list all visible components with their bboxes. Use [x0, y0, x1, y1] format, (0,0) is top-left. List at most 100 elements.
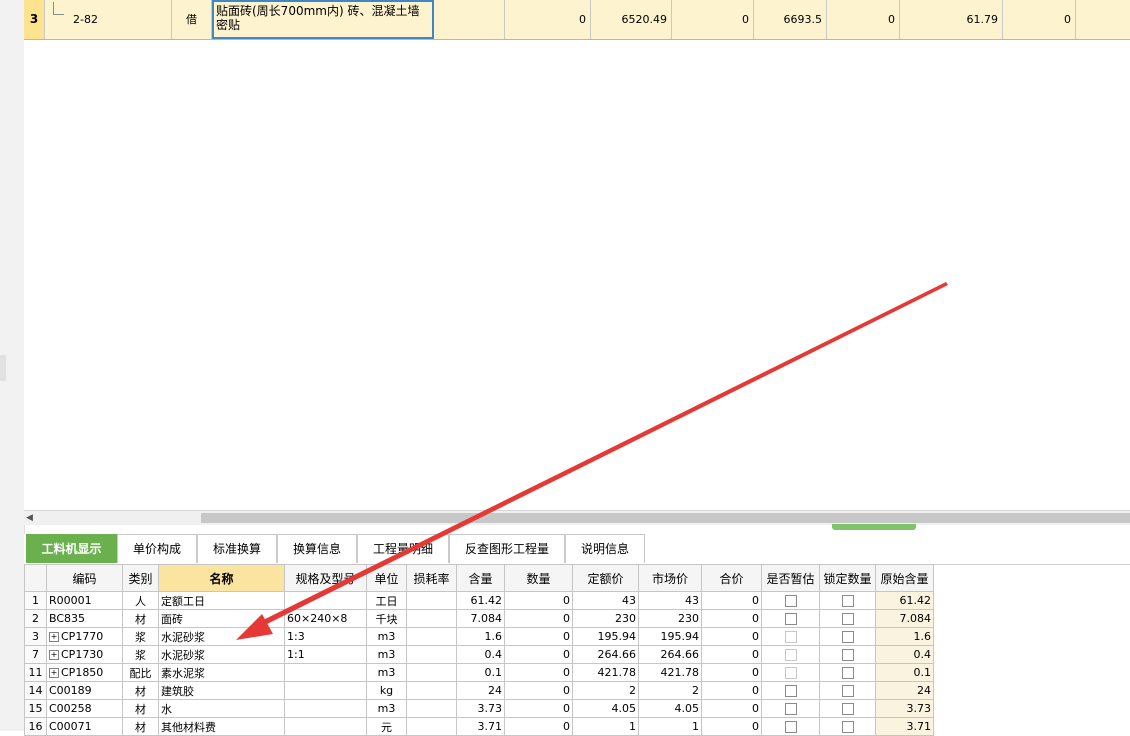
row-category[interactable]: 材: [122, 681, 159, 700]
tab-reverse-graphic-quantity[interactable]: 反查图形工程量: [449, 534, 565, 563]
table-row[interactable]: 2 BC835 材 面砖 60×240×8 千块 7.084 0 230 230 0 7.084: [24, 609, 934, 628]
header-loss-rate[interactable]: 损耗率: [406, 564, 457, 592]
header-name[interactable]: 名称: [158, 564, 285, 592]
header-category[interactable]: 类别: [122, 564, 159, 592]
row-name[interactable]: 面砖: [158, 609, 285, 628]
row-loss-rate[interactable]: [406, 609, 457, 628]
lock-quantity-checkbox-cell[interactable]: [819, 717, 876, 736]
header-market-price[interactable]: 市场价: [638, 564, 702, 592]
row-category[interactable]: 材: [122, 609, 159, 628]
row-code[interactable]: + CP1730: [46, 645, 123, 664]
header-unit[interactable]: 单位: [366, 564, 407, 592]
row-category[interactable]: 材: [122, 717, 159, 736]
row-spec[interactable]: [284, 681, 367, 700]
row-market-price[interactable]: 43: [638, 591, 702, 610]
row-name[interactable]: 水泥砂浆: [158, 627, 285, 646]
lock-quantity-checkbox[interactable]: [841, 649, 854, 661]
row-category[interactable]: 材: [122, 699, 159, 718]
lock-quantity-checkbox[interactable]: [841, 685, 854, 697]
row-code[interactable]: C00071: [46, 717, 123, 736]
row-code[interactable]: R00001: [46, 591, 123, 610]
row-quantity[interactable]: 0: [504, 699, 573, 718]
row-content[interactable]: 7.084: [456, 609, 505, 628]
row-market-price[interactable]: 1: [638, 717, 702, 736]
row-spec[interactable]: 1:1: [284, 645, 367, 664]
row-code-cell[interactable]: 2-82: [45, 0, 172, 39]
row-unit[interactable]: kg: [366, 681, 407, 700]
row-code[interactable]: + CP1850: [46, 663, 123, 682]
row-total[interactable]: 0: [701, 717, 762, 736]
row-spec[interactable]: [284, 717, 367, 736]
quota-row-selected[interactable]: 张 3 2-82 借 贴面砖(周长700mm内) 砖、混凝土墙 密贴 0 652…: [24, 0, 1130, 40]
row-spec[interactable]: [284, 591, 367, 610]
row-code[interactable]: C00189: [46, 681, 123, 700]
row-total[interactable]: 0: [701, 681, 762, 700]
header-code[interactable]: 编码: [46, 564, 123, 592]
expand-plus-icon[interactable]: +: [49, 668, 59, 678]
row-market-price[interactable]: 421.78: [638, 663, 702, 682]
row-total[interactable]: 0: [701, 699, 762, 718]
row-unit[interactable]: 千块: [366, 609, 407, 628]
row-total[interactable]: 0: [701, 609, 762, 628]
row-unit[interactable]: 元: [366, 717, 407, 736]
provisional-checkbox-cell[interactable]: [761, 717, 820, 736]
lock-quantity-checkbox[interactable]: [841, 667, 854, 679]
lock-quantity-checkbox-cell[interactable]: [819, 627, 876, 646]
row-quantity[interactable]: 0: [504, 681, 573, 700]
row-code[interactable]: + CP1770: [46, 627, 123, 646]
row-name[interactable]: 水泥砂浆: [158, 645, 285, 664]
row-name[interactable]: 水: [158, 699, 285, 718]
row-quota-price[interactable]: 4.05: [572, 699, 639, 718]
row-market-price[interactable]: 230: [638, 609, 702, 628]
header-total[interactable]: 合价: [701, 564, 762, 592]
row-index[interactable]: 11: [24, 663, 47, 682]
row-quota-price[interactable]: 195.94: [572, 627, 639, 646]
table-row[interactable]: 16 C00071 材 其他材料费 元 3.71 0 1 1 0 3.71: [24, 717, 934, 736]
row-name[interactable]: 其他材料费: [158, 717, 285, 736]
row-loss-rate[interactable]: [406, 699, 457, 718]
header-provisional[interactable]: 是否暂估: [761, 564, 820, 592]
header-lock-quantity[interactable]: 锁定数量: [819, 564, 876, 592]
row-quota-price[interactable]: 264.66: [572, 645, 639, 664]
provisional-checkbox[interactable]: [784, 649, 797, 661]
header-quota-price[interactable]: 定额价: [572, 564, 639, 592]
row-quantity[interactable]: 0: [504, 591, 573, 610]
row-name[interactable]: 素水泥浆: [158, 663, 285, 682]
row-quantity[interactable]: 0: [504, 645, 573, 664]
row-quantity[interactable]: 0: [504, 627, 573, 646]
provisional-checkbox[interactable]: [784, 595, 797, 607]
lock-quantity-checkbox[interactable]: [841, 721, 854, 733]
lock-quantity-checkbox-cell[interactable]: [819, 591, 876, 610]
provisional-checkbox-cell[interactable]: [761, 681, 820, 700]
header-original-content[interactable]: 原始含量: [875, 564, 934, 592]
row-category[interactable]: 人: [122, 591, 159, 610]
lock-quantity-checkbox-cell[interactable]: [819, 699, 876, 718]
provisional-checkbox-cell[interactable]: [761, 645, 820, 664]
lock-quantity-checkbox-cell[interactable]: [819, 663, 876, 682]
tab-standard-conversion[interactable]: 标准换算: [197, 534, 277, 563]
row-quota-price[interactable]: 2: [572, 681, 639, 700]
row-content[interactable]: 0.1: [456, 663, 505, 682]
lock-quantity-checkbox[interactable]: [841, 613, 854, 625]
row-unit[interactable]: m3: [366, 627, 407, 646]
row-unit[interactable]: m3: [366, 663, 407, 682]
expand-plus-icon[interactable]: +: [49, 632, 59, 642]
row-unit[interactable]: 工日: [366, 591, 407, 610]
row-unit[interactable]: m3: [366, 699, 407, 718]
header-quantity[interactable]: 数量: [504, 564, 573, 592]
row-content[interactable]: 0.4: [456, 645, 505, 664]
row-market-price[interactable]: 195.94: [638, 627, 702, 646]
tab-labor-material[interactable]: 工料机显示: [26, 534, 117, 563]
row-quantity[interactable]: 0: [504, 609, 573, 628]
header-spec[interactable]: 规格及型号: [284, 564, 367, 592]
row-loss-rate[interactable]: [406, 627, 457, 646]
row-index[interactable]: 2: [24, 609, 47, 628]
row-content[interactable]: 61.42: [456, 591, 505, 610]
row-quota-price[interactable]: 43: [572, 591, 639, 610]
row-quota-price[interactable]: 1: [572, 717, 639, 736]
provisional-checkbox[interactable]: [784, 631, 797, 643]
row-content[interactable]: 3.71: [456, 717, 505, 736]
lock-quantity-checkbox[interactable]: [841, 595, 854, 607]
provisional-checkbox-cell[interactable]: [761, 699, 820, 718]
row-index[interactable]: 15: [24, 699, 47, 718]
